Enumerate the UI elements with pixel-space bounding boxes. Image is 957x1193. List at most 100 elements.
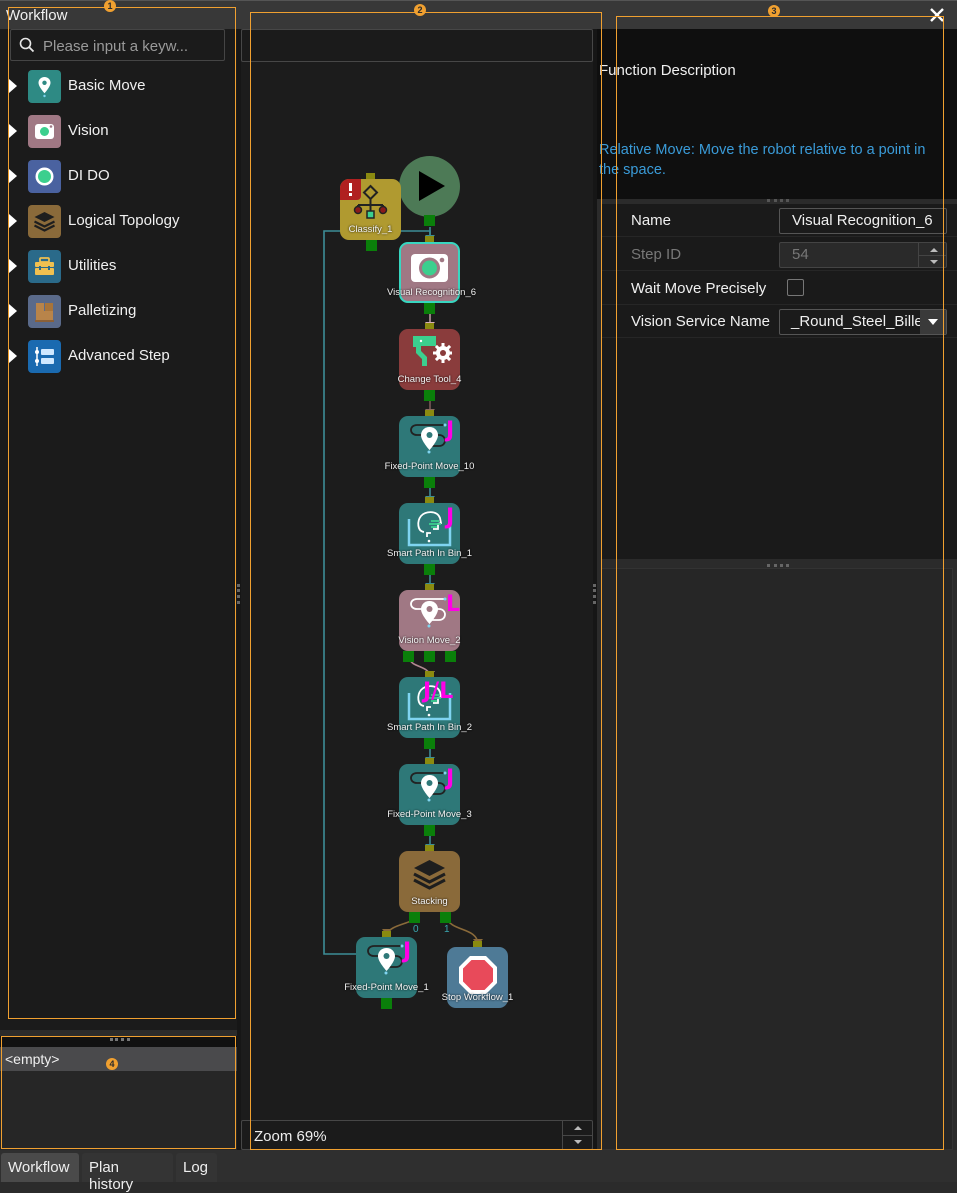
input-port[interactable] [425, 584, 434, 590]
motion-type-badge: J [446, 418, 455, 443]
expand-arrow-icon[interactable] [9, 79, 17, 93]
category-palletizing[interactable]: Palletizing [0, 291, 237, 331]
node-change-tool[interactable]: Change Tool_4 [398, 323, 461, 401]
search-icon [19, 37, 35, 53]
property-label: Name [631, 212, 672, 229]
tab-plan-history[interactable]: Plan history [82, 1153, 173, 1193]
description-title: Function Description [599, 62, 736, 79]
stop-octagon-icon [459, 956, 497, 994]
category-vision[interactable]: Vision [0, 111, 237, 151]
zoom-out-button[interactable] [563, 1135, 593, 1149]
input-port[interactable] [425, 497, 434, 503]
increment-icon [919, 243, 946, 255]
category-di-do[interactable]: DI DO [0, 156, 237, 196]
node-fixed-point-move[interactable]: J Fixed-Point Move_1 [344, 931, 429, 1009]
node-label: Fixed-Point Move_3 [387, 809, 472, 820]
node-classify[interactable]: Classify_1 [340, 173, 401, 251]
output-port[interactable] [424, 303, 435, 314]
output-port[interactable] [445, 651, 456, 662]
list-steps-icon [28, 340, 61, 373]
zoom-in-button[interactable] [563, 1121, 593, 1135]
input-port[interactable] [425, 323, 434, 329]
input-port[interactable] [425, 236, 434, 242]
output-port[interactable] [403, 651, 414, 662]
name-field[interactable]: Visual Recognition_6 [779, 208, 947, 234]
camera-icon [411, 254, 448, 282]
list-item[interactable]: <empty> [0, 1047, 237, 1071]
input-port[interactable] [366, 173, 375, 179]
category-utilities[interactable]: Utilities [0, 246, 237, 286]
close-icon[interactable] [927, 5, 947, 25]
input-port[interactable] [425, 671, 434, 677]
output-port[interactable] [440, 912, 451, 923]
input-port[interactable] [382, 931, 391, 937]
output-port[interactable] [424, 738, 435, 749]
splitter-grip-icon[interactable] [237, 584, 240, 604]
node-vision-move[interactable]: L Vision Move_2 [398, 584, 461, 662]
node-label: Change Tool_4 [397, 374, 462, 385]
search-box[interactable] [10, 29, 225, 61]
node-label: Fixed-Point Move_10 [384, 461, 475, 472]
tab-workflow[interactable]: Workflow [1, 1153, 79, 1182]
input-port[interactable] [425, 845, 434, 851]
search-input[interactable] [43, 35, 218, 57]
node-stacking[interactable]: Stacking 0 1 [399, 845, 460, 935]
layers-icon [28, 205, 61, 238]
input-port[interactable] [425, 410, 434, 416]
splitter-grip-icon[interactable] [767, 564, 789, 567]
dropdown-value: _Round_Steel_Billet [791, 313, 927, 330]
output-port[interactable] [424, 825, 435, 836]
category-advanced-step[interactable]: Advanced Step [0, 336, 237, 376]
splitter-grip-icon[interactable] [593, 584, 596, 604]
node-label: Smart Path In Bin_2 [386, 722, 473, 733]
input-port[interactable] [425, 758, 434, 764]
output-port[interactable] [424, 651, 435, 662]
splitter-grip-icon[interactable] [767, 199, 789, 202]
start-node[interactable] [399, 156, 460, 226]
zoom-spinner[interactable] [562, 1121, 593, 1149]
workflow-canvas[interactable]: Classify_1 Visual Recognition_6 Change T… [241, 62, 593, 1120]
category-logical-topology[interactable]: Logical Topology [0, 201, 237, 241]
expand-arrow-icon[interactable] [9, 169, 17, 183]
output-port[interactable] [409, 912, 420, 923]
wait-move-checkbox[interactable] [787, 279, 804, 296]
expand-arrow-icon[interactable] [9, 124, 17, 138]
node-fixed-point-move[interactable]: J Fixed-Point Move_10 [385, 410, 474, 488]
node-visual-recognition[interactable]: Visual Recognition_6 [387, 236, 476, 314]
editor-title-bar [237, 0, 597, 29]
expand-arrow-icon[interactable] [9, 304, 17, 318]
expand-arrow-icon[interactable] [9, 349, 17, 363]
node-fixed-point-move[interactable]: J Fixed-Point Move_3 [387, 758, 472, 836]
step-id-value: 54 [792, 246, 809, 263]
zoom-control[interactable]: Zoom 69% [241, 1120, 593, 1150]
vision-service-dropdown[interactable]: _Round_Steel_Billet [779, 309, 947, 335]
output-port[interactable] [366, 240, 377, 251]
input-port[interactable] [473, 941, 482, 947]
node-smart-path-in-bin[interactable]: J Smart Path In Bin_1 [387, 497, 472, 575]
node-stop-workflow[interactable]: Stop Workflow_1 [442, 941, 513, 1008]
property-row-name: Name Visual Recognition_6 [601, 204, 957, 237]
port-index-label: 0 [413, 924, 419, 935]
node-label: Stop Workflow_1 [441, 992, 514, 1003]
tab-log[interactable]: Log [176, 1153, 217, 1182]
output-port[interactable] [424, 564, 435, 575]
chevron-down-icon[interactable] [920, 310, 946, 334]
list-item-text: <empty> [5, 1051, 60, 1067]
output-port[interactable] [424, 477, 435, 488]
expand-arrow-icon[interactable] [9, 214, 17, 228]
play-icon [419, 171, 445, 201]
variables-panel: <empty> [0, 1036, 237, 1150]
panel-splitter[interactable] [0, 1036, 237, 1047]
canvas-toolbar-field[interactable] [241, 29, 593, 62]
output-port[interactable] [381, 998, 392, 1009]
decrement-icon [919, 255, 946, 267]
properties-panel: Function Description Relative Move: Move… [597, 0, 957, 1150]
node-smart-path-in-bin[interactable]: J/L Smart Path In Bin_2 [387, 671, 472, 749]
connection-loop [323, 230, 388, 955]
category-basic-move[interactable]: Basic Move [0, 66, 237, 106]
splitter-grip-icon[interactable] [110, 1038, 130, 1041]
expand-arrow-icon[interactable] [9, 259, 17, 273]
category-label: Utilities [68, 257, 117, 274]
motion-type-badge: J [403, 939, 412, 964]
output-port[interactable] [424, 390, 435, 401]
